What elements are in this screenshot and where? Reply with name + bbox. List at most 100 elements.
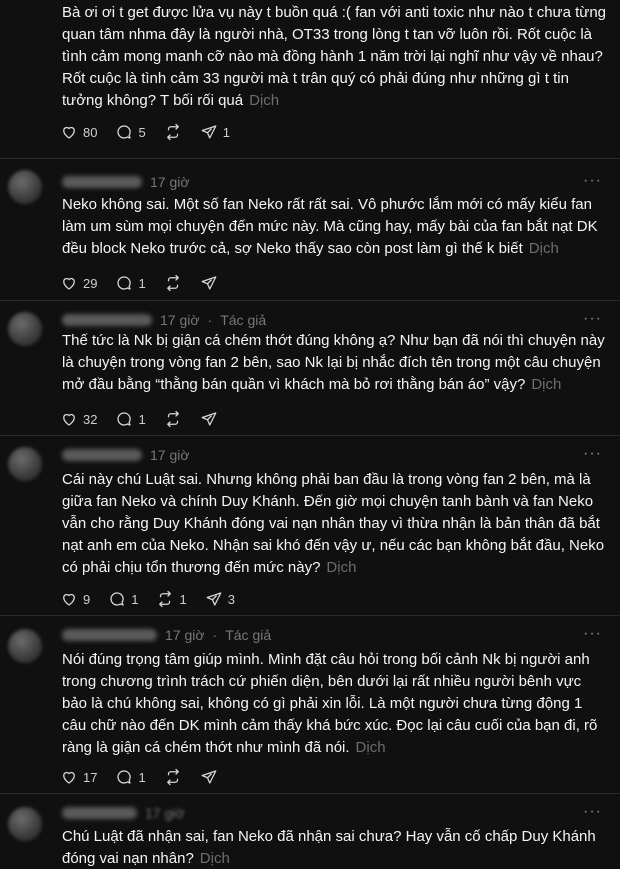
avatar[interactable] — [8, 312, 42, 346]
post-2: 17 giờ · Tác giả ··· Thế tức là Nk bị gi… — [0, 300, 620, 435]
repost-button[interactable] — [164, 123, 182, 141]
post-text: Nói đúng trọng tâm giúp mình. Mình đặt c… — [62, 649, 610, 759]
avatar[interactable] — [8, 170, 42, 204]
reply-button[interactable]: 1 — [115, 410, 146, 428]
translate-link[interactable]: Dịch — [326, 559, 356, 576]
translate-link[interactable]: Dịch — [249, 92, 279, 109]
share-button[interactable] — [200, 274, 218, 292]
like-button[interactable]: 17 — [60, 768, 97, 786]
post-0: Bà ơi ơi t get được lửa vụ này t buồn qu… — [0, 0, 620, 158]
post-text: Chú Luật đã nhận sai, fan Neko đã nhận s… — [62, 826, 610, 869]
post-actions: 17 1 — [60, 766, 218, 788]
more-options-icon[interactable]: ··· — [583, 310, 602, 328]
reply-count: 1 — [138, 275, 146, 291]
translate-link[interactable]: Dịch — [531, 376, 561, 393]
timestamp: 17 giờ — [150, 174, 190, 190]
avatar[interactable] — [8, 807, 42, 841]
comment-icon — [117, 125, 132, 139]
timestamp: 17 giờ — [165, 627, 205, 643]
share-button[interactable] — [200, 410, 218, 428]
comment-icon — [117, 770, 132, 784]
post-3: 17 giờ ··· Cái này chú Luật sai. Nhưng k… — [0, 435, 620, 615]
like-button[interactable]: 9 — [60, 590, 90, 608]
repost-button[interactable] — [164, 410, 182, 428]
reply-button[interactable]: 1 — [115, 274, 146, 292]
timestamp: 17 giờ — [160, 312, 200, 328]
post-header: 17 giờ — [62, 445, 190, 465]
post-text: Cái này chú Luật sai. Nhưng không phải b… — [62, 469, 610, 579]
like-count: 9 — [83, 591, 91, 607]
like-count: 32 — [83, 411, 98, 427]
reply-button[interactable]: 1 — [108, 590, 138, 608]
timestamp: 17 giờ — [150, 447, 190, 463]
username[interactable] — [62, 176, 142, 188]
author-tag: Tác giả — [225, 627, 272, 643]
author-tag: Tác giả — [220, 312, 267, 328]
comment-icon — [110, 592, 124, 606]
like-button[interactable]: 29 — [60, 274, 97, 292]
username[interactable] — [62, 449, 142, 461]
reply-count: 5 — [138, 124, 146, 140]
post-text: Neko không sai. Một số fan Neko rất rất … — [62, 194, 610, 260]
comment-icon — [117, 276, 132, 290]
heart-icon — [63, 771, 75, 784]
username[interactable] — [62, 314, 152, 326]
send-icon — [201, 770, 217, 784]
post-header: 17 giờ · Tác giả — [62, 625, 271, 645]
meta-separator: · — [207, 312, 213, 328]
repost-button[interactable] — [164, 768, 182, 786]
post-actions: 29 1 — [60, 272, 218, 294]
like-count: 17 — [83, 769, 98, 785]
post-body: Chú Luật đã nhận sai, fan Neko đã nhận s… — [62, 828, 596, 867]
post-body: Bà ơi ơi t get được lửa vụ này t buồn qu… — [62, 4, 606, 109]
send-icon — [206, 592, 222, 606]
like-button[interactable]: 32 — [60, 410, 97, 428]
more-options-icon[interactable]: ··· — [583, 625, 602, 643]
post-actions: 9 1 1 3 — [60, 588, 235, 610]
post-header: 17 giờ — [62, 803, 185, 823]
translate-link[interactable]: Dịch — [200, 850, 230, 867]
post-body: Thế tức là Nk bị giận cá chém thớt đúng … — [62, 332, 605, 393]
post-body: Neko không sai. Một số fan Neko rất rất … — [62, 196, 598, 257]
repost-button[interactable] — [164, 274, 182, 292]
heart-icon — [63, 126, 75, 139]
share-count: 3 — [227, 591, 235, 607]
more-options-icon[interactable]: ··· — [583, 445, 602, 463]
share-button[interactable]: 3 — [205, 590, 235, 608]
repost-icon — [166, 768, 179, 786]
reply-count: 1 — [138, 769, 146, 785]
share-count: 1 — [222, 124, 230, 140]
like-button[interactable]: 80 — [60, 123, 97, 141]
repost-button[interactable]: 1 — [156, 590, 187, 608]
repost-icon — [166, 274, 179, 292]
share-button[interactable] — [200, 768, 218, 786]
avatar[interactable] — [8, 629, 42, 663]
translate-link[interactable]: Dịch — [529, 240, 559, 257]
reply-button[interactable]: 1 — [115, 768, 146, 786]
heart-icon — [63, 413, 75, 426]
post-4: 17 giờ · Tác giả ··· Nói đúng trọng tâm … — [0, 615, 620, 793]
post-text: Bà ơi ơi t get được lửa vụ này t buồn qu… — [62, 2, 610, 112]
meta-separator: · — [212, 627, 218, 643]
like-count: 80 — [83, 124, 98, 140]
heart-icon — [63, 593, 75, 606]
post-header: 17 giờ · Tác giả — [62, 310, 266, 330]
post-header: 17 giờ — [62, 172, 190, 192]
username[interactable] — [62, 629, 157, 641]
translate-link[interactable]: Dịch — [356, 739, 386, 756]
avatar[interactable] — [8, 447, 42, 481]
more-options-icon[interactable]: ··· — [583, 803, 602, 821]
send-icon — [201, 412, 217, 426]
send-icon — [201, 125, 217, 139]
more-options-icon[interactable]: ··· — [583, 172, 602, 190]
reply-button[interactable]: 5 — [115, 123, 146, 141]
reply-count: 1 — [138, 411, 146, 427]
repost-count: 1 — [179, 591, 187, 607]
username[interactable] — [62, 807, 137, 819]
share-button[interactable]: 1 — [200, 123, 230, 141]
post-1: 17 giờ ··· Neko không sai. Một số fan Ne… — [0, 158, 620, 308]
post-body: Nói đúng trọng tâm giúp mình. Mình đặt c… — [62, 651, 598, 756]
heart-icon — [63, 277, 75, 290]
post-actions: 80 5 1 — [60, 121, 230, 143]
repost-icon — [159, 590, 172, 608]
